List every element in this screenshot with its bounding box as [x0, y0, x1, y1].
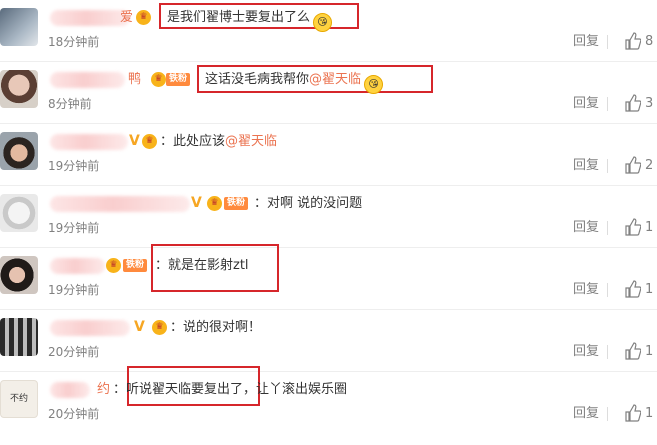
- verified-v-icon: V: [134, 319, 145, 335]
- crown-icon: ♛: [151, 72, 166, 87]
- avatar[interactable]: [0, 70, 38, 108]
- comment-row: 不约 约 ：听说翟天临要复出了，让丫滚出娱乐圈 20分钟前 回复 1: [0, 366, 657, 433]
- crown-icon: ♛: [152, 320, 167, 335]
- fan-badge: 铁粉: [123, 259, 148, 272]
- divider: [607, 35, 608, 49]
- divider: [607, 97, 608, 111]
- like-count: 1: [645, 220, 654, 235]
- comment-row: 鸭 ♛ 铁粉 这话没毛病我帮你@翟天临 😘 8分钟前 回复 3: [0, 62, 657, 124]
- crown-icon: ♛: [106, 258, 121, 273]
- username-blurred[interactable]: [50, 72, 125, 88]
- fan-badge: 铁粉: [166, 73, 191, 86]
- thumbs-up-icon[interactable]: [625, 32, 641, 50]
- verified-v-icon: V: [129, 133, 140, 149]
- username-tail[interactable]: 爱: [120, 10, 133, 26]
- like-count: 1: [645, 282, 654, 297]
- avatar[interactable]: [0, 132, 38, 170]
- thumbs-up-icon[interactable]: [625, 94, 641, 112]
- mention-link[interactable]: @翟天临: [309, 72, 361, 87]
- timestamp: 8分钟前: [48, 97, 92, 111]
- like-count: 1: [645, 406, 654, 421]
- mention-link[interactable]: @翟天临: [225, 134, 277, 149]
- timestamp: 20分钟前: [48, 345, 100, 359]
- kiss-emoji-icon: 😘: [364, 75, 384, 94]
- comment-row: V ♛ 铁粉 ：对啊 说的没问题 19分钟前 回复 1: [0, 186, 657, 248]
- thumbs-up-icon[interactable]: [625, 280, 641, 298]
- like-count: 2: [645, 158, 654, 173]
- username-blurred[interactable]: [50, 134, 128, 150]
- comment-text: 这话没毛病我帮你@翟天临 😘: [205, 70, 384, 94]
- kiss-emoji-icon: 😘: [313, 13, 333, 32]
- crown-icon: ♛: [136, 10, 151, 25]
- timestamp: 19分钟前: [48, 283, 100, 297]
- divider: [607, 221, 608, 235]
- fan-badge: 铁粉: [224, 197, 249, 210]
- username-tail[interactable]: 鸭: [128, 72, 141, 88]
- comment-text: ：说的很对啊！: [170, 320, 262, 335]
- thumbs-up-icon[interactable]: [625, 404, 641, 422]
- username-blurred[interactable]: [50, 382, 90, 398]
- crown-icon: ♛: [142, 134, 157, 149]
- comment-text: ：就是在影射ztl: [155, 258, 249, 273]
- divider: [607, 407, 608, 421]
- like-count: 1: [645, 344, 654, 359]
- reply-button[interactable]: 回复: [573, 220, 599, 236]
- divider: [607, 345, 608, 359]
- avatar[interactable]: [0, 8, 38, 46]
- avatar-calligraphy: 不约: [9, 394, 28, 404]
- divider: [607, 283, 608, 297]
- comment-text: ：对啊 说的没问题: [254, 196, 363, 211]
- comment-text: ：听说翟天临要复出了，让丫滚出娱乐圈: [113, 382, 348, 397]
- comment-text: 是我们翟博士要复出了么 😘: [167, 8, 333, 32]
- comment-row: ♛ 铁粉 ：就是在影射ztl 19分钟前 回复 1: [0, 244, 657, 310]
- comment-row: V ♛ ：此处应该@翟天临 19分钟前 回复 2: [0, 124, 657, 186]
- avatar[interactable]: 不约: [0, 380, 38, 418]
- like-count: 8: [645, 34, 654, 49]
- thumbs-up-icon[interactable]: [625, 156, 641, 174]
- timestamp: 18分钟前: [48, 35, 100, 49]
- divider: [607, 159, 608, 173]
- thumbs-up-icon[interactable]: [625, 342, 641, 360]
- avatar[interactable]: [0, 194, 38, 232]
- timestamp: 20分钟前: [48, 407, 100, 421]
- username-blurred[interactable]: [50, 320, 130, 336]
- reply-button[interactable]: 回复: [573, 34, 599, 50]
- reply-button[interactable]: 回复: [573, 96, 599, 112]
- comment-text: ：此处应该@翟天临: [160, 134, 278, 149]
- like-count: 3: [645, 96, 654, 111]
- username-blurred[interactable]: [50, 196, 190, 212]
- thumbs-up-icon[interactable]: [625, 218, 641, 236]
- verified-v-icon: V: [191, 195, 202, 211]
- avatar[interactable]: [0, 256, 38, 294]
- timestamp: 19分钟前: [48, 221, 100, 235]
- reply-button[interactable]: 回复: [573, 344, 599, 360]
- timestamp: 19分钟前: [48, 159, 100, 173]
- username-tail[interactable]: 约: [97, 382, 110, 398]
- username-blurred[interactable]: [50, 10, 130, 26]
- username-blurred[interactable]: [50, 258, 105, 274]
- crown-icon: ♛: [207, 196, 222, 211]
- comment-row: V ♛ ：说的很对啊！ 20分钟前 回复 1: [0, 310, 657, 372]
- reply-button[interactable]: 回复: [573, 282, 599, 298]
- comment-row: 爱 ♛ 是我们翟博士要复出了么 😘 18分钟前 回复 8: [0, 0, 657, 62]
- reply-button[interactable]: 回复: [573, 406, 599, 422]
- avatar[interactable]: [0, 318, 38, 356]
- reply-button[interactable]: 回复: [573, 158, 599, 174]
